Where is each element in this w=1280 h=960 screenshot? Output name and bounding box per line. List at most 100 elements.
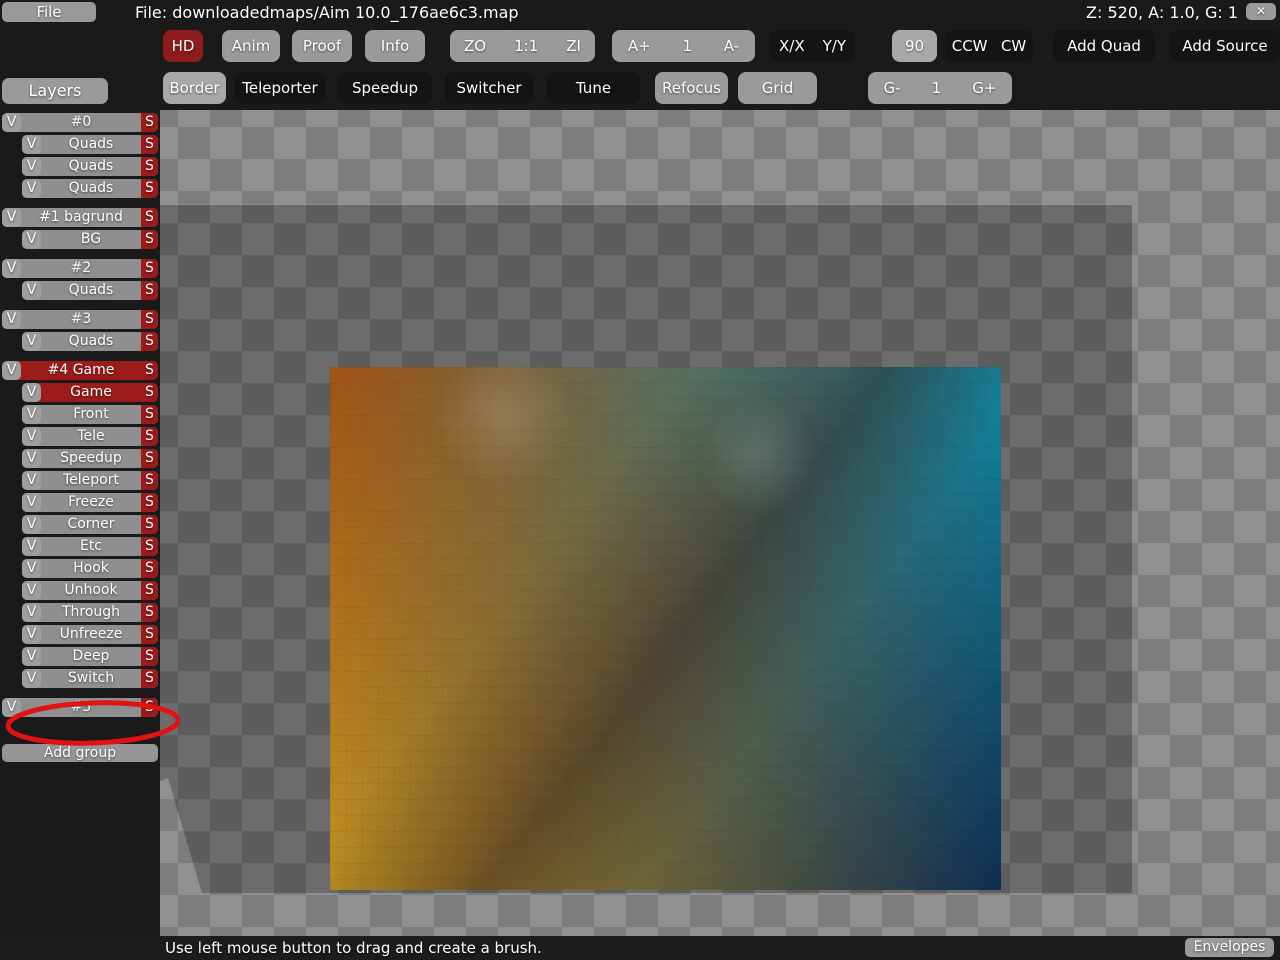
layer-row[interactable]: VSpeedupS	[22, 449, 158, 468]
solo-button[interactable]: S	[141, 113, 158, 132]
solo-button[interactable]: S	[141, 515, 158, 534]
flip-y-button[interactable]: Y/Y	[823, 30, 846, 62]
layer-row[interactable]: VQuadsS	[22, 281, 158, 300]
layer-row[interactable]: VQuadsS	[22, 179, 158, 198]
add-group-button[interactable]: Add group	[2, 744, 158, 762]
group-row[interactable]: V#0S	[2, 113, 158, 132]
layer-row[interactable]: VBGS	[22, 230, 158, 249]
visibility-toggle-button[interactable]: V	[22, 405, 41, 424]
layer-row[interactable]: VQuadsS	[22, 157, 158, 176]
layer-row[interactable]: VUnfreezeS	[22, 625, 158, 644]
solo-button[interactable]: S	[141, 332, 158, 351]
solo-button[interactable]: S	[141, 669, 158, 688]
refocus-button[interactable]: Refocus	[655, 72, 728, 104]
visibility-toggle-button[interactable]: V	[22, 471, 41, 490]
layer-row[interactable]: VDeepS	[22, 647, 158, 666]
map-canvas[interactable]	[160, 110, 1280, 936]
layer-row[interactable]: VSwitchS	[22, 669, 158, 688]
solo-button[interactable]: S	[141, 230, 158, 249]
proof-toggle-button[interactable]: Proof	[292, 30, 352, 62]
solo-button[interactable]: S	[141, 259, 158, 278]
visibility-toggle-button[interactable]: V	[22, 179, 41, 198]
solo-button[interactable]: S	[141, 361, 158, 380]
visibility-toggle-button[interactable]: V	[22, 493, 41, 512]
visibility-toggle-button[interactable]: V	[2, 698, 21, 717]
anim-toggle-button[interactable]: Anim	[222, 30, 280, 62]
grid-toggle-button[interactable]: Grid	[738, 72, 817, 104]
tune-button[interactable]: Tune	[547, 72, 640, 104]
solo-button[interactable]: S	[141, 179, 158, 198]
visibility-toggle-button[interactable]: V	[2, 361, 21, 380]
solo-button[interactable]: S	[141, 537, 158, 556]
layer-row[interactable]: VGameS	[22, 383, 158, 402]
visibility-toggle-button[interactable]: V	[22, 559, 41, 578]
layer-row[interactable]: VFreezeS	[22, 493, 158, 512]
solo-button[interactable]: S	[141, 281, 158, 300]
visibility-toggle-button[interactable]: V	[22, 427, 41, 446]
visibility-toggle-button[interactable]: V	[2, 113, 21, 132]
solo-button[interactable]: S	[141, 449, 158, 468]
visibility-toggle-button[interactable]: V	[22, 537, 41, 556]
layer-row[interactable]: VTeleportS	[22, 471, 158, 490]
visibility-toggle-button[interactable]: V	[22, 230, 41, 249]
speedup-button[interactable]: Speedup	[338, 72, 432, 104]
visibility-toggle-button[interactable]: V	[22, 625, 41, 644]
layer-row[interactable]: VFrontS	[22, 405, 158, 424]
group-row[interactable]: V#2S	[2, 259, 158, 278]
visibility-toggle-button[interactable]: V	[2, 208, 21, 227]
rotate-cw-button[interactable]: CW	[1001, 30, 1026, 62]
border-button[interactable]: Border	[163, 72, 226, 104]
layer-row[interactable]: VQuadsS	[22, 332, 158, 351]
gradient-quad[interactable]	[330, 367, 1001, 890]
solo-button[interactable]: S	[141, 208, 158, 227]
visibility-toggle-button[interactable]: V	[22, 581, 41, 600]
group-row[interactable]: V#1 bagrundS	[2, 208, 158, 227]
solo-button[interactable]: S	[141, 603, 158, 622]
close-icon[interactable]: ✕	[1246, 3, 1276, 20]
visibility-toggle-button[interactable]: V	[22, 281, 41, 300]
solo-button[interactable]: S	[141, 135, 158, 154]
zoom-out-button[interactable]: ZO	[464, 30, 486, 62]
file-menu-button[interactable]: File	[2, 2, 96, 22]
visibility-toggle-button[interactable]: V	[22, 157, 41, 176]
solo-button[interactable]: S	[141, 581, 158, 600]
group-row[interactable]: V#5S	[2, 698, 158, 717]
solo-button[interactable]: S	[141, 559, 158, 578]
layer-row[interactable]: VEtcS	[22, 537, 158, 556]
solo-button[interactable]: S	[141, 647, 158, 666]
zoom-in-button[interactable]: ZI	[566, 30, 581, 62]
solo-button[interactable]: S	[141, 625, 158, 644]
layer-row[interactable]: VThroughS	[22, 603, 158, 622]
solo-button[interactable]: S	[141, 698, 158, 717]
grid-size-increase-button[interactable]: G+	[972, 72, 996, 104]
visibility-toggle-button[interactable]: V	[2, 259, 21, 278]
solo-button[interactable]: S	[141, 157, 158, 176]
layer-row[interactable]: VUnhookS	[22, 581, 158, 600]
layer-row[interactable]: VCornerS	[22, 515, 158, 534]
solo-button[interactable]: S	[141, 405, 158, 424]
solo-button[interactable]: S	[141, 427, 158, 446]
visibility-toggle-button[interactable]: V	[22, 515, 41, 534]
solo-button[interactable]: S	[141, 471, 158, 490]
info-toggle-button[interactable]: Info	[365, 30, 425, 62]
rotate-amount-button[interactable]: 90	[892, 30, 937, 62]
layer-row[interactable]: VHookS	[22, 559, 158, 578]
visibility-toggle-button[interactable]: V	[22, 383, 41, 402]
layers-panel-header[interactable]: Layers	[2, 78, 108, 104]
grid-size-decrease-button[interactable]: G-	[884, 72, 901, 104]
teleporter-button[interactable]: Teleporter	[235, 72, 325, 104]
rotate-ccw-button[interactable]: CCW	[952, 30, 988, 62]
layer-row[interactable]: VQuadsS	[22, 135, 158, 154]
switcher-button[interactable]: Switcher	[445, 72, 533, 104]
visibility-toggle-button[interactable]: V	[2, 310, 21, 329]
visibility-toggle-button[interactable]: V	[22, 449, 41, 468]
solo-button[interactable]: S	[141, 383, 158, 402]
add-source-button[interactable]: Add Source	[1170, 30, 1280, 62]
anim-speed-down-button[interactable]: A-	[724, 30, 739, 62]
hd-toggle-button[interactable]: HD	[163, 30, 203, 62]
visibility-toggle-button[interactable]: V	[22, 669, 41, 688]
group-row[interactable]: V#4 GameS	[2, 361, 158, 380]
visibility-toggle-button[interactable]: V	[22, 603, 41, 622]
add-quad-button[interactable]: Add Quad	[1053, 30, 1155, 62]
visibility-toggle-button[interactable]: V	[22, 332, 41, 351]
